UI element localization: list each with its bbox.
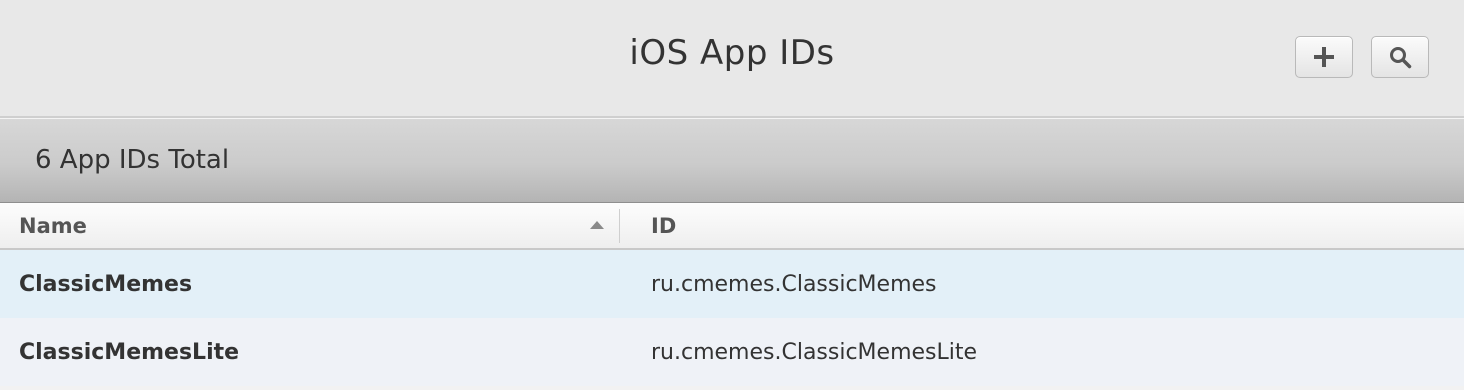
table-row[interactable]: ClassicMemes ru.cmemes.ClassicMemes xyxy=(0,250,1464,318)
app-id-cell: ru.cmemes.ClassicMemesLite xyxy=(651,339,978,365)
app-id-table: ClassicMemes ru.cmemes.ClassicMemes Clas… xyxy=(0,250,1464,386)
page-title: iOS App IDs xyxy=(629,33,835,73)
column-header-id[interactable]: ID xyxy=(651,203,1351,249)
search-button[interactable] xyxy=(1371,36,1429,78)
search-icon xyxy=(1388,45,1412,69)
app-name-cell: ClassicMemesLite xyxy=(19,339,240,365)
app-id-cell: ru.cmemes.ClassicMemes xyxy=(651,271,937,297)
column-divider[interactable] xyxy=(619,209,620,243)
app-name-cell: ClassicMemes xyxy=(19,271,193,297)
table-header: Name ID xyxy=(0,202,1464,250)
add-app-id-button[interactable] xyxy=(1295,36,1353,78)
page-header: iOS App IDs xyxy=(0,0,1464,118)
summary-bar: 6 App IDs Total xyxy=(0,118,1464,202)
plus-icon xyxy=(1312,45,1336,69)
sort-ascending-icon xyxy=(590,221,604,229)
total-count: 6 App IDs Total xyxy=(35,145,230,175)
column-header-id-label: ID xyxy=(651,214,677,238)
table-row[interactable]: ClassicMemesLite ru.cmemes.ClassicMemesL… xyxy=(0,318,1464,386)
column-header-name-label: Name xyxy=(19,214,87,238)
column-header-name[interactable]: Name xyxy=(19,203,619,249)
